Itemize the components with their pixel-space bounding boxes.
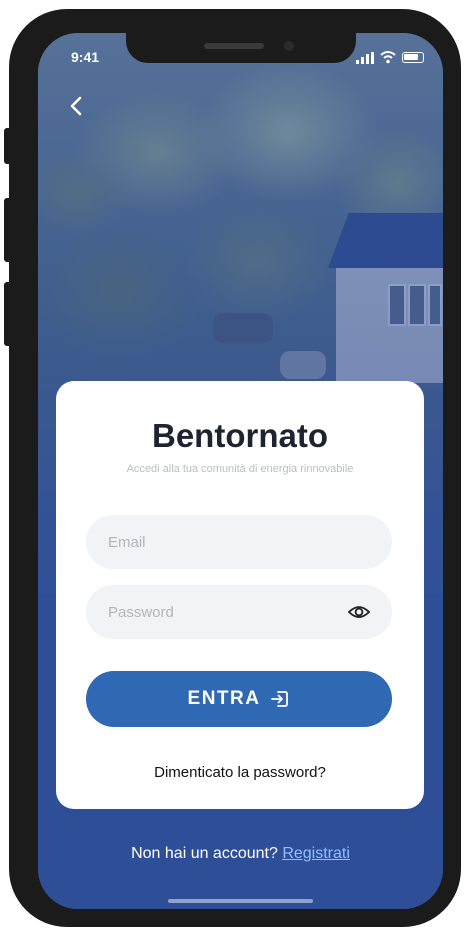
login-button[interactable]: ENTRA	[86, 671, 392, 727]
password-input[interactable]	[108, 585, 348, 639]
speaker-grille	[204, 43, 264, 49]
signup-prompt: Non hai un account? Registrati	[38, 845, 443, 863]
email-field-container	[86, 515, 392, 569]
status-time: 9:41	[71, 49, 100, 65]
battery-icon	[402, 52, 424, 63]
login-icon	[271, 691, 289, 707]
eye-icon[interactable]	[348, 602, 370, 622]
page-title: Bentornato	[152, 417, 328, 454]
wifi-icon	[380, 51, 396, 64]
phone-frame: 9:41 Bentornato Accedi alla tua comunità…	[9, 9, 461, 927]
signal-icon	[356, 52, 374, 64]
forgot-password-link[interactable]: Dimenticato la password?	[56, 764, 424, 781]
password-field-container	[86, 585, 392, 639]
notch	[126, 33, 356, 63]
login-button-label: ENTRA	[187, 688, 261, 709]
back-chevron-icon[interactable]	[66, 95, 88, 117]
signup-link[interactable]: Registrati	[282, 845, 350, 862]
signup-prompt-text: Non hai un account?	[131, 845, 278, 862]
home-indicator[interactable]	[168, 899, 313, 903]
page-subtitle: Accedi alla tua comunità di energia rinn…	[126, 463, 354, 475]
login-card: Bentornato Accedi alla tua comunità di e…	[56, 381, 424, 809]
screen: 9:41 Bentornato Accedi alla tua comunità…	[38, 33, 443, 909]
email-input[interactable]	[108, 515, 348, 569]
front-camera	[284, 41, 294, 51]
